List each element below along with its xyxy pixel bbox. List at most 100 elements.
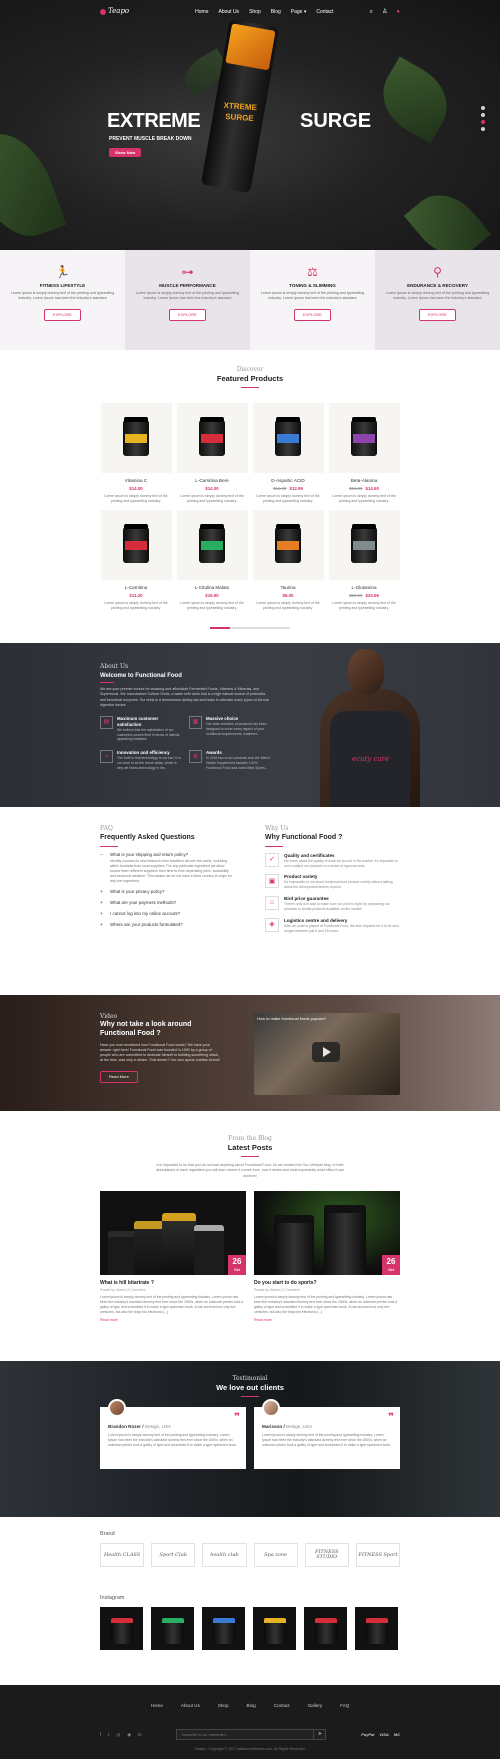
- slider-dot[interactable]: [481, 127, 485, 131]
- explore-button[interactable]: EXPLORE: [44, 309, 81, 321]
- explore-button[interactable]: EXPLORE: [169, 309, 206, 321]
- page-indicator-active[interactable]: [210, 627, 230, 630]
- product-image[interactable]: [100, 403, 172, 474]
- post-image[interactable]: 26 Oct: [254, 1190, 400, 1275]
- page-indicator[interactable]: [270, 627, 290, 630]
- pinterest-icon[interactable]: ◉: [127, 1732, 131, 1738]
- search-icon[interactable]: ⌕: [370, 8, 373, 16]
- footer-link[interactable]: Blog: [247, 1703, 256, 1709]
- explore-button[interactable]: EXPLORE: [419, 309, 456, 321]
- faq-item-open[interactable]: − What is your shipping and return policy…: [100, 852, 235, 884]
- instagram-photo[interactable]: [202, 1607, 245, 1651]
- product-card[interactable]: Taurina $8.00 Lorem ipsum is simply dummy …: [252, 510, 324, 611]
- read-more-link[interactable]: Read more: [100, 1318, 246, 1323]
- footer-link[interactable]: Gallery: [308, 1703, 323, 1709]
- menu-item-page[interactable]: Page ▾: [291, 9, 307, 16]
- product-card[interactable]: D-Aspartic ACID $15.00 $12.99 Lorem ipsum i…: [252, 403, 324, 504]
- menu-item-about[interactable]: About Us: [218, 9, 239, 16]
- product-name[interactable]: Beta-Alanina: [329, 478, 400, 484]
- product-image[interactable]: [328, 510, 400, 581]
- faq-item[interactable]: + What are your payment methods?: [100, 900, 235, 906]
- avatar: [108, 1399, 126, 1418]
- footer-link[interactable]: Shop: [218, 1703, 229, 1709]
- newsletter-input[interactable]: Subscribe to our newsletter...: [177, 1730, 313, 1739]
- runner-icon: 🏃: [55, 265, 70, 279]
- product-price: $15.00 $12.99: [253, 486, 324, 492]
- product-image[interactable]: [176, 403, 248, 474]
- product-name[interactable]: L-Carnitina: [101, 585, 172, 591]
- why-item-text: It's impossible to not about functional …: [284, 880, 393, 890]
- product-name[interactable]: L-Carnitina Bere: [177, 478, 248, 484]
- newsletter-form: Subscribe to our newsletter... ➤: [176, 1729, 327, 1741]
- menu-item-contact[interactable]: Contact: [316, 9, 333, 16]
- facebook-icon[interactable]: f: [100, 1732, 101, 1738]
- section-title: Why not take a look around Functional Fo…: [100, 1021, 192, 1037]
- read-more-link[interactable]: Read more: [254, 1318, 400, 1323]
- slider-dot[interactable]: [481, 113, 485, 117]
- linkedin-icon[interactable]: in: [138, 1732, 141, 1738]
- cart-icon[interactable]: ●: [396, 8, 400, 16]
- post-title[interactable]: Do you start to do sports?: [254, 1280, 400, 1287]
- play-icon[interactable]: [312, 1042, 340, 1063]
- brand-logo[interactable]: health club: [202, 1543, 247, 1568]
- product-card[interactable]: L-Carnitina Bere $14.00 Lorem ipsum is sim…: [176, 403, 248, 504]
- product-image[interactable]: [100, 510, 172, 581]
- instagram-photo[interactable]: [304, 1607, 347, 1651]
- product-image[interactable]: [176, 510, 248, 581]
- feature-title: TONING & SLIMMING: [289, 283, 336, 288]
- explore-button[interactable]: EXPLORE: [294, 309, 331, 321]
- instagram-photo[interactable]: [253, 1607, 296, 1651]
- twitter-icon[interactable]: t: [108, 1732, 109, 1738]
- product-image[interactable]: [252, 403, 324, 474]
- page-indicator[interactable]: [230, 627, 250, 630]
- footer-link[interactable]: FAQ: [340, 1703, 349, 1709]
- post-image[interactable]: 26 Oct: [100, 1190, 246, 1275]
- menu-item-shop[interactable]: Shop: [249, 9, 261, 16]
- product-description: Lorem ipsum is simply dummy text of the …: [256, 494, 320, 504]
- menu-item-home[interactable]: Home: [195, 9, 208, 16]
- carousel-pagination: [0, 627, 500, 630]
- hero-title-left: EXTREME: [107, 110, 201, 132]
- product-name[interactable]: D-Aspartic ACID: [253, 478, 324, 484]
- product-card[interactable]: L-Citulina Malato $15.90 Lorem ipsum is si…: [176, 510, 248, 611]
- instagram-photo[interactable]: [151, 1607, 194, 1651]
- brand-logo[interactable]: Spa zone: [253, 1543, 298, 1568]
- user-icon[interactable]: ♙: [382, 8, 387, 16]
- instagram-photo[interactable]: [355, 1607, 398, 1651]
- video-player[interactable]: How to make functional foods popular?: [254, 1013, 400, 1096]
- product-card[interactable]: L-Glutamina $26.00 $20.99 Lorem ipsum is si…: [328, 510, 400, 611]
- brand-logo[interactable]: FITNESS STUDIO: [304, 1543, 349, 1568]
- read-more-button[interactable]: Read More: [100, 1071, 138, 1083]
- product-name[interactable]: Vitamina C: [101, 478, 172, 484]
- brand-logo[interactable]: FITNESS Sport: [355, 1543, 401, 1568]
- faq-item[interactable]: + Where are your products formulated?: [100, 922, 235, 928]
- product-card[interactable]: L-Carnitina $11.20 Lorem ipsum is simply d…: [100, 510, 172, 611]
- site-logo[interactable]: Teapo: [100, 7, 129, 16]
- product-name[interactable]: L-Glutamina: [329, 585, 400, 591]
- brand-logo[interactable]: Health CLASS: [100, 1543, 145, 1568]
- menu-item-blog[interactable]: Blog: [271, 9, 281, 16]
- faq-item[interactable]: + What is your privacy policy?: [100, 889, 235, 895]
- product-price: $14.00: [177, 486, 248, 492]
- product-name[interactable]: Taurina: [253, 585, 324, 591]
- product-image[interactable]: [328, 403, 400, 474]
- product-card[interactable]: Vitamina C $14.00 Lorem ipsum is simply du…: [100, 403, 172, 504]
- top-navigation: Teapo Home About Us Shop Blog Page ▾ Con…: [0, 0, 500, 24]
- footer-link[interactable]: About Us: [181, 1703, 200, 1709]
- slider-dot-active[interactable]: [481, 120, 485, 124]
- product-name[interactable]: L-Citulina Malato: [177, 585, 248, 591]
- instagram-icon[interactable]: ◎: [116, 1732, 120, 1738]
- product-card[interactable]: Beta-Alanina $15.00 $14.90 Lorem ipsum is s…: [328, 403, 400, 504]
- grid-icon: ▦: [189, 716, 202, 730]
- footer-link[interactable]: Home: [151, 1703, 163, 1709]
- shop-now-button[interactable]: Show Now: [109, 148, 142, 158]
- instagram-photo[interactable]: [100, 1607, 143, 1651]
- brand-logo[interactable]: Sport Club: [151, 1543, 196, 1568]
- slider-dot[interactable]: [481, 106, 485, 110]
- product-image[interactable]: [252, 510, 324, 581]
- page-indicator[interactable]: [250, 627, 270, 630]
- footer-link[interactable]: Contact: [274, 1703, 290, 1709]
- faq-item[interactable]: + I cannot log into my online account?: [100, 911, 235, 917]
- post-title[interactable]: What is hill bitartrate ?: [100, 1280, 246, 1287]
- send-icon[interactable]: ➤: [313, 1730, 325, 1740]
